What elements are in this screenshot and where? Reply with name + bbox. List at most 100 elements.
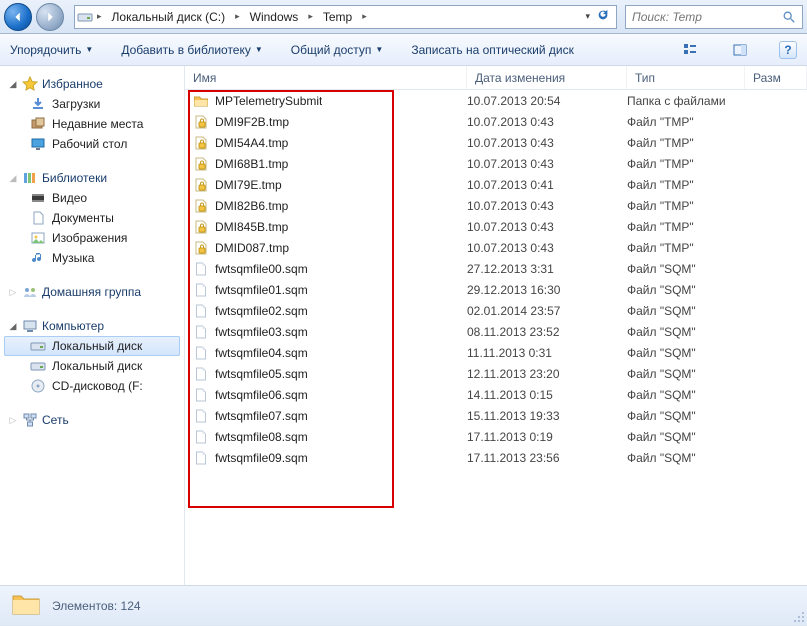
help-button[interactable]: ? bbox=[779, 41, 797, 59]
sidebar-item-downloads[interactable]: Загрузки bbox=[4, 94, 180, 114]
sidebar-item-desktop[interactable]: Рабочий стол bbox=[4, 134, 180, 154]
file-row[interactable]: DMID087.tmp10.07.2013 0:43Файл "TMP" bbox=[185, 237, 807, 258]
file-name: DMI54A4.tmp bbox=[215, 136, 288, 150]
chevron-down-icon: ▼ bbox=[375, 45, 383, 54]
file-name: DMI845B.tmp bbox=[215, 220, 288, 234]
file-name: fwtsqmfile08.sqm bbox=[215, 430, 308, 444]
sidebar-item-cd-drive[interactable]: CD-дисковод (F: bbox=[4, 376, 180, 396]
column-headers[interactable]: Имя Дата изменения Тип Разм bbox=[185, 66, 807, 90]
chevron-down-icon: ▼ bbox=[255, 45, 263, 54]
sidebar-item-local-disk-2[interactable]: Локальный диск bbox=[4, 356, 180, 376]
sidebar-item-video[interactable]: Видео bbox=[4, 188, 180, 208]
file-name: fwtsqmfile07.sqm bbox=[215, 409, 308, 423]
file-type: Файл "TMP" bbox=[627, 178, 767, 192]
breadcrumb-item[interactable]: Локальный диск (C:) bbox=[106, 10, 232, 24]
file-name: DMI79E.tmp bbox=[215, 178, 282, 192]
file-icon bbox=[193, 261, 209, 277]
lock-icon bbox=[193, 240, 209, 256]
file-type: Файл "SQM" bbox=[627, 430, 767, 444]
file-row[interactable]: fwtsqmfile06.sqm14.11.2013 0:15Файл "SQM… bbox=[185, 384, 807, 405]
favorites-group[interactable]: ◢ Избранное bbox=[4, 74, 180, 94]
file-date: 29.12.2013 16:30 bbox=[467, 283, 627, 297]
preview-button[interactable] bbox=[729, 39, 751, 61]
file-row[interactable]: DMI845B.tmp10.07.2013 0:43Файл "TMP" bbox=[185, 216, 807, 237]
file-row[interactable]: DMI9F2B.tmp10.07.2013 0:43Файл "TMP" bbox=[185, 111, 807, 132]
file-row[interactable]: MPTelemetrySubmit10.07.2013 20:54Папка с… bbox=[185, 90, 807, 111]
homegroup-group[interactable]: ▷ Домашняя группа bbox=[4, 282, 180, 302]
file-date: 08.11.2013 23:52 bbox=[467, 325, 627, 339]
search-box[interactable] bbox=[625, 5, 803, 29]
view-button[interactable] bbox=[679, 39, 701, 61]
file-date: 10.07.2013 20:54 bbox=[467, 94, 627, 108]
share-button[interactable]: Общий доступ▼ bbox=[291, 43, 384, 57]
file-type: Файл "SQM" bbox=[627, 388, 767, 402]
file-row[interactable]: fwtsqmfile04.sqm11.11.2013 0:31Файл "SQM… bbox=[185, 342, 807, 363]
file-type: Файл "SQM" bbox=[627, 367, 767, 381]
breadcrumb[interactable]: ▸ Локальный диск (C:) ▸ Windows ▸ Temp ▸… bbox=[74, 5, 617, 29]
file-row[interactable]: fwtsqmfile00.sqm27.12.2013 3:31Файл "SQM… bbox=[185, 258, 807, 279]
network-label: Сеть bbox=[42, 413, 69, 427]
computer-group[interactable]: ◢ Компьютер bbox=[4, 316, 180, 336]
column-size[interactable]: Разм bbox=[745, 66, 807, 89]
file-icon bbox=[193, 408, 209, 424]
file-date: 11.11.2013 0:31 bbox=[467, 346, 627, 360]
status-count: 124 bbox=[121, 599, 141, 613]
breadcrumb-item[interactable]: Temp bbox=[317, 10, 358, 24]
file-date: 10.07.2013 0:43 bbox=[467, 157, 627, 171]
computer-icon bbox=[22, 318, 38, 334]
file-type: Файл "SQM" bbox=[627, 409, 767, 423]
file-type: Файл "SQM" bbox=[627, 262, 767, 276]
file-row[interactable]: DMI54A4.tmp10.07.2013 0:43Файл "TMP" bbox=[185, 132, 807, 153]
cd-icon bbox=[30, 378, 46, 394]
file-date: 17.11.2013 23:56 bbox=[467, 451, 627, 465]
homegroup-label: Домашняя группа bbox=[42, 285, 141, 299]
file-row[interactable]: fwtsqmfile03.sqm08.11.2013 23:52Файл "SQ… bbox=[185, 321, 807, 342]
file-row[interactable]: fwtsqmfile07.sqm15.11.2013 19:33Файл "SQ… bbox=[185, 405, 807, 426]
file-type: Файл "SQM" bbox=[627, 346, 767, 360]
sidebar: ◢ Избранное Загрузки Недавние места Рабо… bbox=[0, 66, 185, 585]
folder-icon bbox=[10, 588, 42, 623]
toolbar: Упорядочить▼ Добавить в библиотеку▼ Общи… bbox=[0, 34, 807, 66]
help-icon: ? bbox=[784, 43, 791, 57]
sidebar-item-recent[interactable]: Недавние места bbox=[4, 114, 180, 134]
chevron-down-icon[interactable]: ▾ bbox=[581, 11, 594, 22]
forward-button[interactable] bbox=[36, 3, 64, 31]
breadcrumb-item[interactable]: Windows bbox=[244, 10, 305, 24]
file-list[interactable]: MPTelemetrySubmit10.07.2013 20:54Папка с… bbox=[185, 90, 807, 468]
burn-button[interactable]: Записать на оптический диск bbox=[411, 43, 574, 57]
file-name: fwtsqmfile05.sqm bbox=[215, 367, 308, 381]
resize-grip-icon[interactable] bbox=[793, 611, 805, 623]
file-row[interactable]: fwtsqmfile09.sqm17.11.2013 23:56Файл "SQ… bbox=[185, 447, 807, 468]
file-row[interactable]: DMI68B1.tmp10.07.2013 0:43Файл "TMP" bbox=[185, 153, 807, 174]
sidebar-item-pictures[interactable]: Изображения bbox=[4, 228, 180, 248]
file-row[interactable]: fwtsqmfile05.sqm12.11.2013 23:20Файл "SQ… bbox=[185, 363, 807, 384]
column-type[interactable]: Тип bbox=[627, 66, 745, 89]
libraries-group[interactable]: ◢ Библиотеки bbox=[4, 168, 180, 188]
status-bar: Элементов: 124 bbox=[0, 585, 807, 625]
search-input[interactable] bbox=[632, 10, 782, 24]
file-type: Папка с файлами bbox=[627, 94, 767, 108]
organize-button[interactable]: Упорядочить▼ bbox=[10, 43, 93, 57]
sidebar-item-local-disk-1[interactable]: Локальный диск bbox=[4, 336, 180, 356]
file-row[interactable]: fwtsqmfile02.sqm02.01.2014 23:57Файл "SQ… bbox=[185, 300, 807, 321]
file-type: Файл "SQM" bbox=[627, 304, 767, 318]
column-date[interactable]: Дата изменения bbox=[467, 66, 627, 89]
back-button[interactable] bbox=[4, 3, 32, 31]
file-date: 02.01.2014 23:57 bbox=[467, 304, 627, 318]
file-type: Файл "TMP" bbox=[627, 157, 767, 171]
drive-icon bbox=[77, 9, 93, 25]
sidebar-item-music[interactable]: Музыка bbox=[4, 248, 180, 268]
file-type: Файл "SQM" bbox=[627, 283, 767, 297]
file-row[interactable]: DMI82B6.tmp10.07.2013 0:43Файл "TMP" bbox=[185, 195, 807, 216]
file-list-pane: Имя Дата изменения Тип Разм MPTelemetryS… bbox=[185, 66, 807, 585]
add-library-button[interactable]: Добавить в библиотеку▼ bbox=[121, 43, 262, 57]
sidebar-item-documents[interactable]: Документы bbox=[4, 208, 180, 228]
refresh-button[interactable] bbox=[596, 8, 610, 25]
file-row[interactable]: fwtsqmfile01.sqm29.12.2013 16:30Файл "SQ… bbox=[185, 279, 807, 300]
column-name[interactable]: Имя bbox=[185, 66, 467, 89]
file-row[interactable]: DMI79E.tmp10.07.2013 0:41Файл "TMP" bbox=[185, 174, 807, 195]
file-row[interactable]: fwtsqmfile08.sqm17.11.2013 0:19Файл "SQM… bbox=[185, 426, 807, 447]
chevron-right-icon: ▸ bbox=[360, 11, 369, 22]
network-group[interactable]: ▷ Сеть bbox=[4, 410, 180, 430]
chevron-down-icon: ▼ bbox=[85, 45, 93, 54]
